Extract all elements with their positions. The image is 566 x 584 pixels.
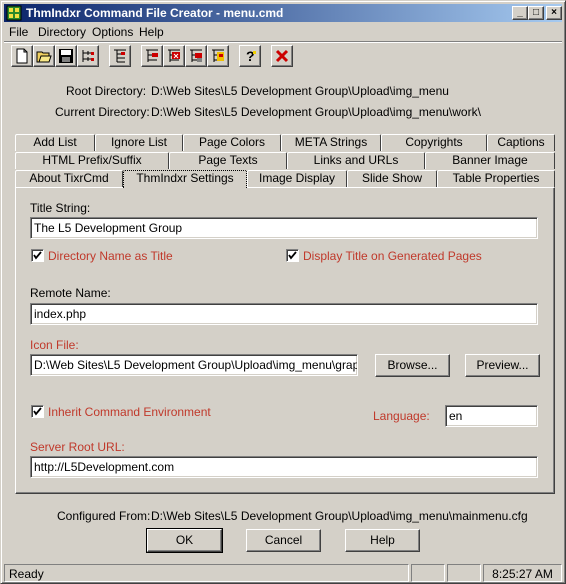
status-text: Ready [4, 564, 409, 582]
svg-text:?: ? [246, 48, 255, 64]
title-string-label: Title String: [30, 201, 91, 215]
status-time: 8:25:27 AM [483, 564, 562, 582]
tab-captions[interactable]: Captions [487, 134, 555, 151]
tab-about-tixrcmd[interactable]: About TixrCmd [15, 170, 123, 187]
tree-generate-icon[interactable] [207, 45, 229, 67]
tab-thmindxr-settings[interactable]: ThmIndxr Settings [123, 170, 247, 188]
tree-icon[interactable] [77, 45, 99, 67]
tab-links-and-urls[interactable]: Links and URLs [287, 152, 425, 169]
tree-remove-icon[interactable] [163, 45, 185, 67]
configured-from-value: D:\Web Sites\L5 Development Group\Upload… [151, 509, 528, 523]
inherit-command-environment-checkbox[interactable] [31, 405, 44, 418]
menu-bar: File Directory Options Help [4, 23, 562, 41]
root-directory-value: D:\Web Sites\L5 Development Group\Upload… [151, 84, 449, 98]
remote-name-input[interactable]: index.php [30, 303, 538, 325]
menu-options[interactable]: Options [92, 25, 133, 39]
tab-page-texts[interactable]: Page Texts [169, 152, 287, 169]
server-root-url-input[interactable]: http://L5Development.com [30, 456, 538, 478]
tab-slide-show[interactable]: Slide Show [347, 170, 437, 187]
app-window: ThmIndxr Command File Creator - menu.cmd… [0, 0, 566, 584]
help-icon[interactable]: ? [239, 45, 261, 67]
tab-image-display[interactable]: Image Display [247, 170, 347, 187]
status-pane-3 [447, 564, 481, 582]
remote-name-label: Remote Name: [30, 286, 111, 300]
tree-add-icon[interactable] [141, 45, 163, 67]
delete-icon[interactable] [271, 45, 293, 67]
tree-edit-icon[interactable] [185, 45, 207, 67]
checkmark-icon [33, 251, 42, 260]
tab-ignore-list[interactable]: Ignore List [95, 134, 183, 151]
inherit-command-environment-label: Inherit Command Environment [48, 405, 211, 419]
display-title-checkbox[interactable] [286, 249, 299, 262]
menu-help[interactable]: Help [139, 25, 164, 39]
current-directory-label: Current Directory: [55, 105, 150, 119]
icon-file-label: Icon File: [30, 338, 79, 352]
menu-file[interactable]: File [9, 25, 28, 39]
menu-directory[interactable]: Directory [38, 25, 86, 39]
title-string-input[interactable]: The L5 Development Group [30, 217, 538, 239]
save-icon[interactable] [55, 45, 77, 67]
checkmark-icon [288, 251, 297, 260]
icon-file-input[interactable]: D:\Web Sites\L5 Development Group\Upload… [30, 354, 358, 376]
cancel-button[interactable]: Cancel [246, 529, 321, 552]
directory-name-as-title-label: Directory Name as Title [48, 249, 173, 263]
maximize-button[interactable]: □ [528, 6, 544, 20]
root-directory-label: Root Directory: [66, 84, 147, 98]
help-button[interactable]: Help [345, 529, 420, 552]
tab-html-prefix-suffix[interactable]: HTML Prefix/Suffix [15, 152, 169, 169]
configured-from-label: Configured From: [57, 509, 151, 523]
tab-meta-strings[interactable]: META Strings [281, 134, 381, 151]
minimize-button[interactable]: _ [512, 6, 528, 20]
app-icon [6, 5, 22, 21]
window-title: ThmIndxr Command File Creator - menu.cmd [26, 6, 284, 20]
close-button[interactable]: × [546, 6, 562, 20]
status-bar: Ready 8:25:27 AM [4, 564, 562, 582]
tab-page-colors[interactable]: Page Colors [183, 134, 281, 151]
language-label: Language: [373, 409, 430, 423]
display-title-label: Display Title on Generated Pages [303, 249, 482, 263]
current-directory-value: D:\Web Sites\L5 Development Group\Upload… [151, 105, 481, 119]
server-root-url-label: Server Root URL: [30, 440, 125, 454]
title-bar[interactable]: ThmIndxr Command File Creator - menu.cmd… [4, 4, 562, 22]
indent-icon[interactable] [109, 45, 131, 67]
status-pane-2 [411, 564, 445, 582]
language-input[interactable]: en [445, 405, 538, 427]
preview-button[interactable]: Preview... [465, 354, 540, 377]
new-icon[interactable] [11, 45, 33, 67]
tab-banner-image[interactable]: Banner Image [425, 152, 555, 169]
browse-button[interactable]: Browse... [375, 354, 450, 377]
tab-copyrights[interactable]: Copyrights [381, 134, 487, 151]
open-icon[interactable] [33, 45, 55, 67]
menu-separator [4, 41, 562, 43]
directory-name-as-title-checkbox[interactable] [31, 249, 44, 262]
tab-table-properties[interactable]: Table Properties [437, 170, 555, 187]
ok-button[interactable]: OK [146, 528, 223, 553]
tab-add-list[interactable]: Add List [15, 134, 95, 151]
checkmark-icon [33, 407, 42, 416]
